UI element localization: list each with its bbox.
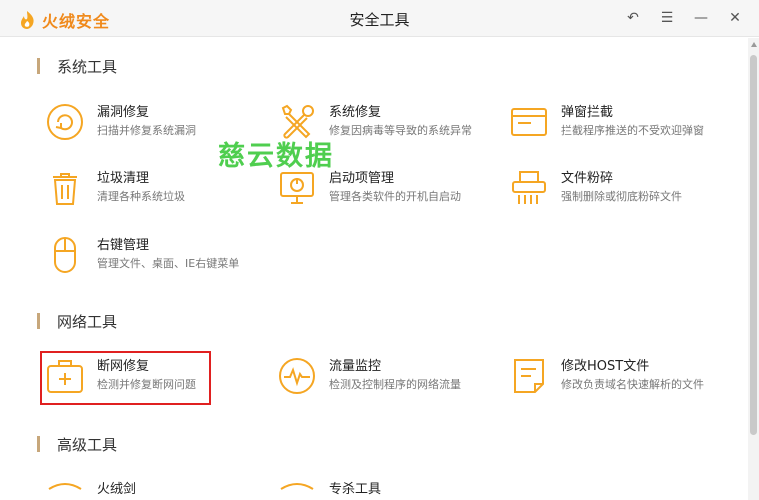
- tool-special-kill[interactable]: 专杀工具: [277, 479, 381, 500]
- mouse-icon: [54, 237, 76, 273]
- tool-huorong-sword[interactable]: 火绒剑: [45, 479, 136, 500]
- tool-name: 漏洞修复: [97, 105, 150, 120]
- trash-can-icon: [53, 173, 77, 205]
- vertical-scrollbar[interactable]: [748, 38, 759, 500]
- tool-name: 垃圾清理: [97, 171, 150, 186]
- menu-icon[interactable]: ☰: [657, 8, 677, 28]
- title-bar: 火绒安全 安全工具 ↶ ☰ — ✕: [0, 0, 759, 37]
- tool-name: 文件粉碎: [561, 171, 614, 186]
- scroll-up-arrow-icon[interactable]: [751, 42, 757, 47]
- special-kill-icon: [280, 483, 314, 490]
- minimize-icon[interactable]: —: [691, 8, 711, 28]
- security-tools-window: 火绒安全 安全工具 ↶ ☰ — ✕ 系统工具 漏洞修复 扫描并修复系统漏洞 系统…: [0, 0, 759, 500]
- tool-vuln-repair[interactable]: 漏洞修复 扫描并修复系统漏洞: [45, 102, 196, 142]
- tool-name: 流量监控: [329, 359, 382, 374]
- sword-icon: [48, 483, 82, 490]
- tool-file-shred[interactable]: 文件粉碎 强制删除或彻底粉碎文件: [509, 168, 682, 208]
- tool-traffic-monitor[interactable]: 流量监控 检测及控制程序的网络流量: [277, 356, 461, 396]
- tool-desc: 修复因病毒等导致的系统异常: [329, 124, 472, 137]
- scroll-thumb[interactable]: [750, 55, 757, 435]
- tool-desc: 扫描并修复系统漏洞: [97, 124, 196, 137]
- section-title-system: 系统工具: [37, 56, 117, 77]
- tool-context-menu[interactable]: 右键管理 管理文件、桌面、IE右键菜单: [45, 235, 239, 275]
- back-icon[interactable]: ↶: [623, 8, 643, 28]
- tool-name: 右键管理: [97, 238, 150, 253]
- window-controls: ↶ ☰ — ✕: [623, 8, 745, 28]
- tool-desc: 管理文件、桌面、IE右键菜单: [97, 257, 240, 270]
- tool-desc: 清理各种系统垃圾: [97, 190, 185, 203]
- tool-desc: 强制删除或彻底粉碎文件: [561, 190, 682, 203]
- close-icon[interactable]: ✕: [725, 8, 745, 28]
- tool-startup-manage[interactable]: 启动项管理 管理各类软件的开机自启动: [277, 168, 461, 208]
- tool-name: 火绒剑: [97, 482, 137, 497]
- popup-window-icon: [511, 108, 547, 136]
- tool-name: 启动项管理: [329, 171, 395, 186]
- tool-desc: 拦截程序推送的不受欢迎弹窗: [561, 124, 704, 137]
- vulnerability-repair-icon: [47, 104, 83, 140]
- monitor-power-icon: [280, 172, 314, 204]
- tool-popup-block[interactable]: 弹窗拦截 拦截程序推送的不受欢迎弹窗: [509, 102, 704, 142]
- shredder-icon: [512, 171, 546, 204]
- document-edit-icon: [514, 359, 544, 393]
- tools-content: 系统工具 漏洞修复 扫描并修复系统漏洞 系统修复 修复因病毒等导致的系统异常 弹…: [0, 38, 748, 500]
- section-title-advanced: 高级工具: [37, 434, 117, 455]
- tool-junk-clean[interactable]: 垃圾清理 清理各种系统垃圾: [45, 168, 185, 208]
- section-title-network: 网络工具: [37, 311, 117, 332]
- tool-name: 专杀工具: [329, 482, 382, 497]
- tool-desc: 修改负责域名快速解析的文件: [561, 378, 704, 391]
- tool-desc: 检测及控制程序的网络流量: [329, 378, 461, 391]
- tool-name: 系统修复: [329, 105, 382, 120]
- traffic-wave-icon: [279, 358, 315, 394]
- highlight-box: [40, 351, 211, 405]
- tool-name: 弹窗拦截: [561, 105, 614, 120]
- tool-desc: 管理各类软件的开机自启动: [329, 190, 461, 203]
- watermark: 慈云数据: [218, 141, 334, 172]
- tool-host-file[interactable]: 修改HOST文件 修改负责域名快速解析的文件: [509, 356, 704, 396]
- tool-name: 修改HOST文件: [561, 359, 650, 374]
